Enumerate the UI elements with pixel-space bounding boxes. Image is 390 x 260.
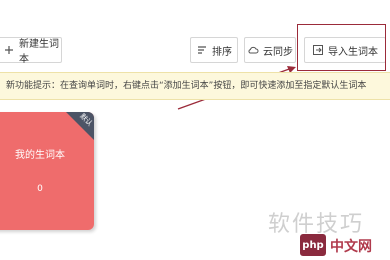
sort-button[interactable]: 排序 <box>190 37 238 63</box>
new-feature-tip: 新功能提示：在查询单词时，右键点击“添加生词本”按钮，即可快速添加至指定默认生词… <box>0 72 390 100</box>
new-wordbook-button[interactable]: 新建生词本 <box>0 37 62 65</box>
plus-icon <box>3 44 15 56</box>
watermark-site: 中文网 <box>330 239 372 255</box>
new-wordbook-label: 新建生词本 <box>19 39 59 65</box>
sort-label: 排序 <box>212 46 232 58</box>
import-highlight-box <box>297 24 386 71</box>
wordbook-title: 我的生词本 <box>15 150 65 161</box>
sort-icon <box>196 44 208 56</box>
wordbook-count: 0 <box>37 184 43 194</box>
cloud-sync-label: 云同步 <box>263 46 293 58</box>
wordbook-card[interactable]: 默认 我的生词本 0 <box>0 112 94 230</box>
php-logo: php <box>300 234 326 256</box>
cloud-sync-button[interactable]: 云同步 <box>244 37 296 63</box>
tip-text: 新功能提示：在查询单词时，右键点击“添加生词本”按钮，即可快速添加至指定默认生词… <box>6 81 367 91</box>
cloud-icon <box>247 44 259 56</box>
